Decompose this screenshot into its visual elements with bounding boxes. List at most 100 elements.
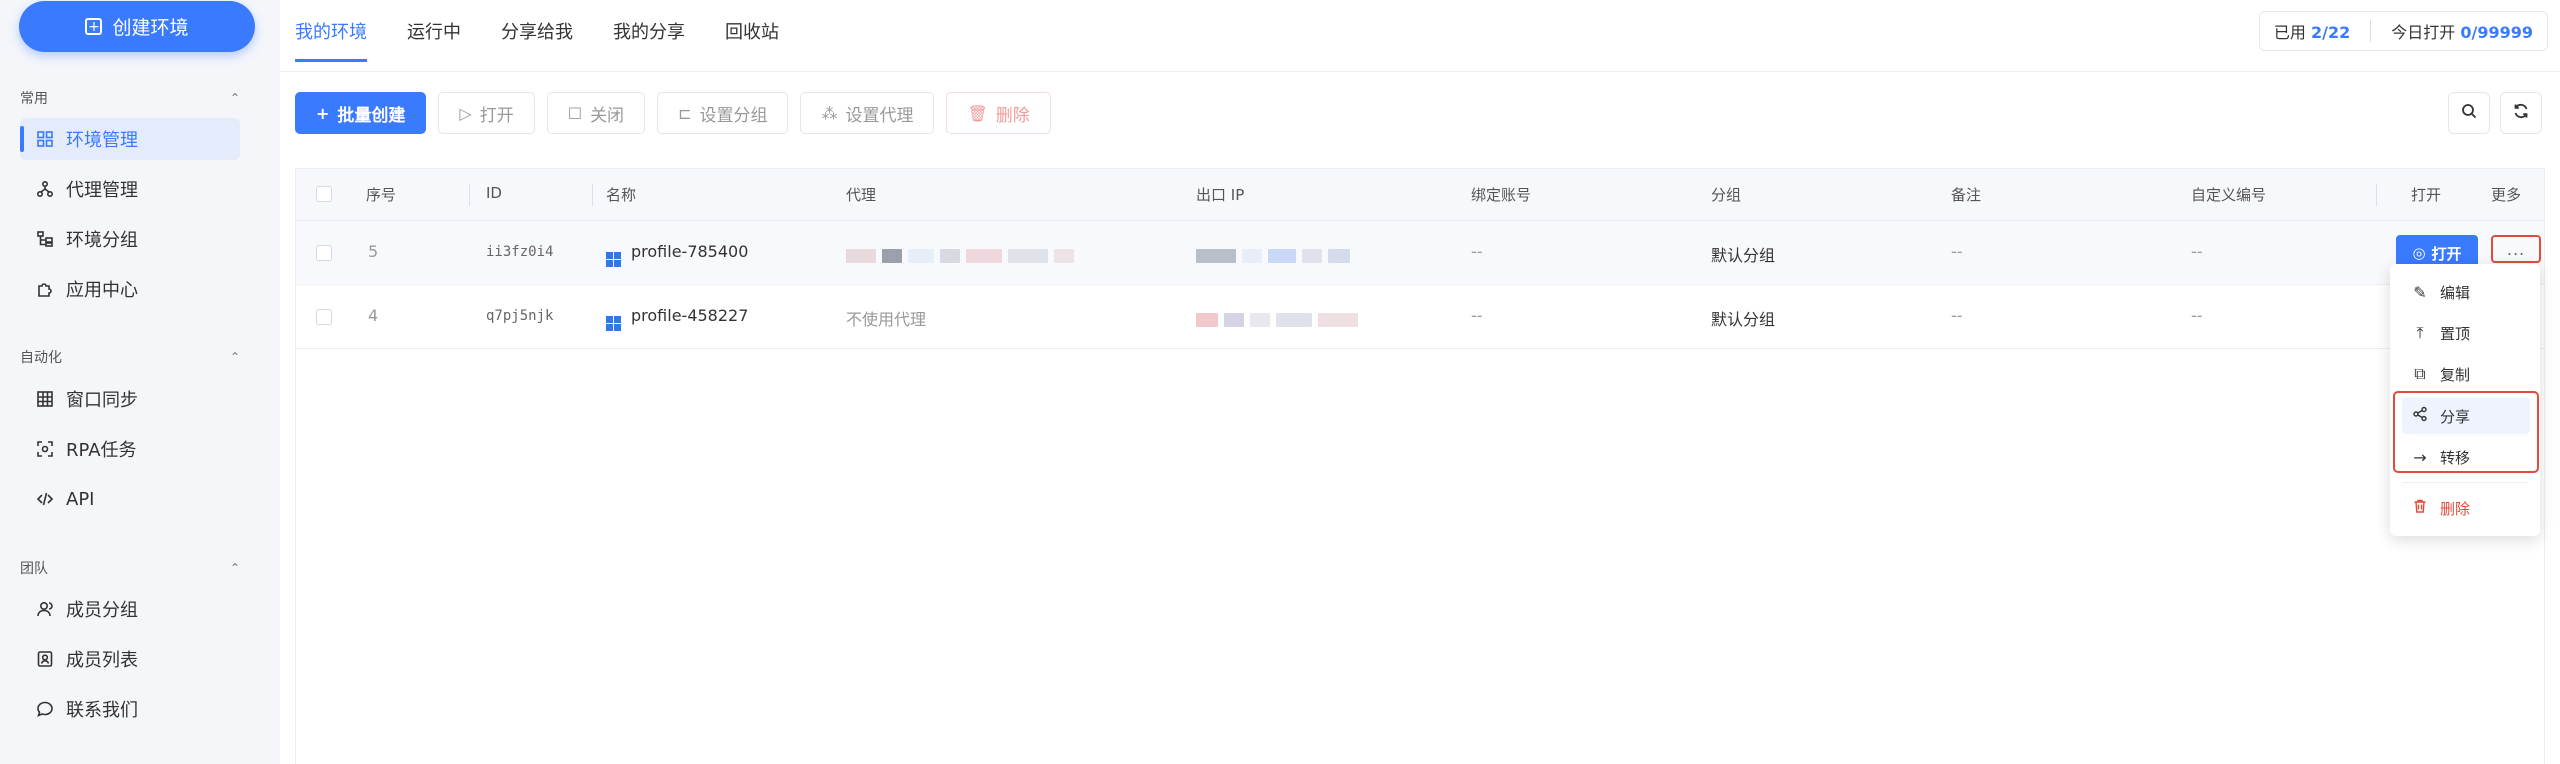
select-all-checkbox[interactable] <box>316 186 332 202</box>
sidebar-item-label: 窗口同步 <box>66 390 138 411</box>
section-title: 自动化 <box>20 350 62 366</box>
cell-bound-account: -- <box>1471 306 1483 325</box>
set-group-button[interactable]: ⊏ 设置分组 <box>657 92 789 134</box>
sidebar-item-label: RPA任务 <box>66 440 137 461</box>
cell-custom-number: -- <box>2191 306 2203 325</box>
section-automation[interactable]: 自动化 ⌃ <box>20 347 240 367</box>
search-icon <box>2460 102 2478 125</box>
delete-button[interactable]: 🗑 删除 <box>946 92 1051 134</box>
checkbox[interactable] <box>316 186 332 202</box>
cell-note: -- <box>1951 242 1963 261</box>
code-icon <box>36 490 54 508</box>
batch-create-button[interactable]: + 批量创建 <box>295 92 427 134</box>
menu-item-label: 编辑 <box>2440 283 2471 302</box>
plus-icon: + <box>316 103 330 123</box>
grid-icon <box>36 130 54 148</box>
menu-item-label: 删除 <box>2440 499 2471 518</box>
copy-icon: ⧉ <box>2414 364 2426 383</box>
set-proxy-button[interactable]: ⁂ 设置代理 <box>800 92 935 134</box>
section-common[interactable]: 常用 ⌃ <box>20 88 240 108</box>
tab-recycle-bin[interactable]: 回收站 <box>725 0 779 62</box>
cell-name[interactable]: profile-785400 <box>606 242 748 267</box>
tab-shared-to-me[interactable]: 分享给我 <box>501 0 573 62</box>
header-name: 名称 <box>606 186 637 204</box>
open-button[interactable]: ▷ 打开 <box>438 92 535 134</box>
create-environment-button[interactable]: + 创建环境 <box>19 1 255 52</box>
cell-exit-ip-redacted <box>1196 245 1356 264</box>
search-button[interactable] <box>2448 92 2490 134</box>
play-icon: ▷ <box>459 103 472 123</box>
column-separator[interactable] <box>469 184 470 206</box>
sidebar-item-window-sync[interactable]: 窗口同步 <box>20 378 240 420</box>
menu-item-copy[interactable]: ⧉ 复制 <box>2402 356 2530 392</box>
header-exit-ip: 出口 IP <box>1196 186 1245 204</box>
row-more-button[interactable]: ... <box>2491 235 2541 263</box>
checkbox[interactable] <box>316 245 332 261</box>
sidebar: + 创建环境 常用 ⌃ 环境管理 代理管理 环境分组 应用中心 自动化 ⌃ 窗口… <box>0 0 280 764</box>
tab-my-environments[interactable]: 我的环境 <box>295 0 367 62</box>
header-seq: 序号 <box>366 186 397 204</box>
network-icon <box>36 180 54 198</box>
table-row[interactable]: 4 q7pj5njk profile-458227 不使用代理 -- 默认分组 … <box>296 285 2544 349</box>
cell-id: ii3fz0i4 <box>486 244 554 260</box>
cell-proxy-redacted <box>846 245 1080 264</box>
sidebar-item-member-list[interactable]: 成员列表 <box>20 638 240 680</box>
sidebar-item-label: 环境分组 <box>66 230 138 251</box>
close-button[interactable]: ☐ 关闭 <box>546 92 646 134</box>
sidebar-item-app-center[interactable]: 应用中心 <box>20 268 240 310</box>
sidebar-item-rpa-task[interactable]: RPA任务 <box>20 428 240 470</box>
open-circle-icon: ◎ <box>2412 244 2426 262</box>
header-group: 分组 <box>1711 186 1742 204</box>
stop-icon: ☐ <box>567 103 583 123</box>
sidebar-item-env-group[interactable]: 环境分组 <box>20 218 240 260</box>
row-checkbox[interactable] <box>316 309 332 325</box>
header-bound-account: 绑定账号 <box>1471 186 1532 204</box>
checkbox[interactable] <box>316 309 332 325</box>
chat-icon <box>36 700 54 718</box>
tab-running[interactable]: 运行中 <box>407 0 461 62</box>
row-open-label: 打开 <box>2431 244 2462 263</box>
table-header: 序号 ID 名称 代理 出口 IP 绑定账号 分组 备注 自定义编号 打开 更多 <box>296 169 2544 221</box>
usage-panel: 已用 2/22 今日打开 0/99999 <box>2258 11 2548 51</box>
table-row[interactable]: 5 ii3fz0i4 profile-785400 -- 默认分组 -- -- … <box>296 221 2544 285</box>
header-open: 打开 <box>2411 186 2442 204</box>
section-team[interactable]: 团队 ⌃ <box>20 558 240 578</box>
tab-my-shares[interactable]: 我的分享 <box>613 0 685 62</box>
row-checkbox[interactable] <box>316 245 332 261</box>
sidebar-item-contact-us[interactable]: 联系我们 <box>20 688 240 730</box>
refresh-icon <box>2512 102 2530 125</box>
chevron-up-icon: ⌃ <box>229 561 240 575</box>
chevron-up-icon: ⌃ <box>229 91 240 105</box>
cell-name[interactable]: profile-458227 <box>606 306 748 331</box>
sidebar-item-label: 环境管理 <box>66 130 138 151</box>
windows-icon <box>606 316 621 331</box>
profile-name: profile-458227 <box>631 306 749 325</box>
divider <box>2402 482 2528 483</box>
usage-today-value: 0/99999 <box>2460 23 2533 42</box>
cell-proxy: 不使用代理 <box>846 310 927 329</box>
sidebar-item-proxy-management[interactable]: 代理管理 <box>20 168 240 210</box>
network-icon: ⁂ <box>821 103 838 123</box>
menu-item-pin-top[interactable]: ⤒ 置顶 <box>2402 315 2530 351</box>
usage-today-label: 今日打开 <box>2391 23 2456 42</box>
table-icon <box>36 390 54 408</box>
sidebar-item-label: 成员列表 <box>66 650 138 671</box>
refresh-button[interactable] <box>2500 92 2542 134</box>
sidebar-item-api[interactable]: API <box>20 478 240 520</box>
sidebar-item-env-management[interactable]: 环境管理 <box>20 118 240 160</box>
menu-item-label: 置顶 <box>2440 324 2471 343</box>
menu-item-edit[interactable]: ✎ 编辑 <box>2402 274 2530 310</box>
cell-group: 默认分组 <box>1711 246 1776 265</box>
puzzle-icon <box>36 280 54 298</box>
environment-table: 序号 ID 名称 代理 出口 IP 绑定账号 分组 备注 自定义编号 打开 更多… <box>295 168 2545 764</box>
sidebar-item-label: 联系我们 <box>66 700 138 721</box>
sidebar-item-label: 代理管理 <box>66 180 138 201</box>
column-separator[interactable] <box>592 184 593 206</box>
column-separator[interactable] <box>2376 184 2377 206</box>
cell-group: 默认分组 <box>1711 310 1776 329</box>
sidebar-item-member-group[interactable]: 成员分组 <box>20 588 240 630</box>
menu-item-delete[interactable]: 删除 <box>2402 490 2530 526</box>
set-proxy-label: 设置代理 <box>845 105 914 126</box>
contact-icon <box>36 650 54 668</box>
divider <box>280 71 2560 72</box>
